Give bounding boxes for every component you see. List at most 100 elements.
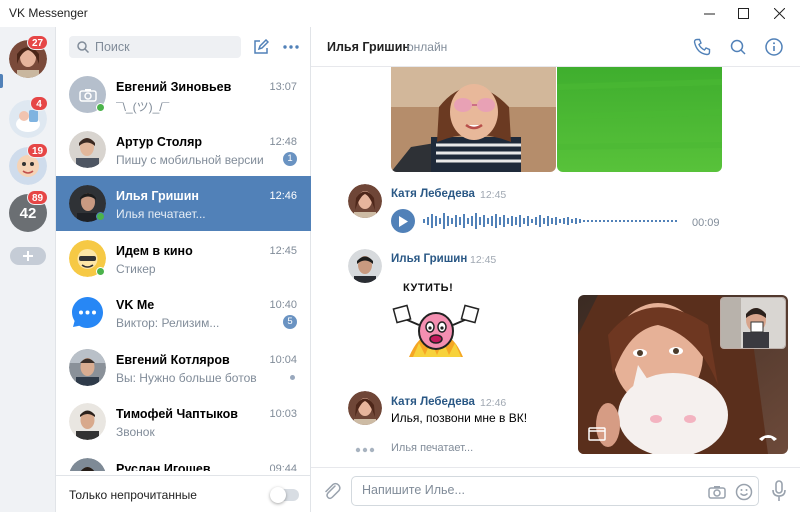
chat-time: 13:07 xyxy=(269,81,297,93)
self-view-feed xyxy=(721,298,785,348)
hang-up-icon xyxy=(759,435,777,441)
info-icon xyxy=(765,38,783,56)
info-button[interactable] xyxy=(764,37,784,57)
message-time: 12:46 xyxy=(480,397,507,409)
sender-avatar[interactable] xyxy=(348,249,382,283)
conversation-header: Илья Гришин онлайн xyxy=(311,27,800,67)
chat-avatar xyxy=(69,457,106,471)
message-author[interactable]: Илья Гришин xyxy=(391,253,467,265)
message-time: 12:45 xyxy=(470,254,497,266)
message-author[interactable]: Катя Лебедева xyxy=(391,188,475,200)
chat-avatar xyxy=(69,403,106,440)
grass-photo[interactable] xyxy=(557,67,722,172)
chat-item[interactable]: Идем в кино 12:45 Стикер xyxy=(56,231,311,286)
selfie-photo[interactable] xyxy=(391,67,556,172)
chat-avatar xyxy=(69,294,106,331)
chat-item[interactable]: Тимофей Чаптыков 10:03 Звонок xyxy=(56,394,311,449)
chat-list-panel: Евгений Зиновьев 13:07 ¯\_(ツ)_/¯ Артур С… xyxy=(56,27,311,512)
chat-name: Идем в кино xyxy=(116,243,193,258)
camera-icon xyxy=(708,486,726,499)
chat-time: 12:45 xyxy=(269,244,297,257)
toggle-video-button[interactable] xyxy=(588,427,606,441)
play-icon xyxy=(399,215,408,227)
search-box[interactable] xyxy=(69,36,241,58)
attach-button[interactable] xyxy=(321,480,343,502)
chat-name: Илья Гришин xyxy=(116,189,199,203)
chat-preview: Виктор: Релизим... xyxy=(116,316,220,330)
message-input-box[interactable] xyxy=(351,476,759,506)
unread-filter: Только непрочитанные xyxy=(56,475,311,512)
message-time: 12:45 xyxy=(480,189,507,201)
message-input[interactable] xyxy=(362,483,692,497)
search-in-chat-button[interactable] xyxy=(728,37,748,57)
compose-button[interactable] xyxy=(251,37,271,57)
rail-badge: 27 xyxy=(27,35,49,50)
chat-item-active[interactable]: Илья Гришин 12:46 Илья печатает... xyxy=(56,176,311,231)
screen-icon xyxy=(588,427,606,441)
voice-record-button[interactable] xyxy=(768,479,790,503)
call-button[interactable] xyxy=(692,37,712,57)
chat-item[interactable]: Руслан Игошев 09:44 xyxy=(56,449,311,472)
camera-button[interactable] xyxy=(706,482,728,502)
close-icon xyxy=(773,8,785,19)
minimize-button[interactable] xyxy=(692,0,726,27)
unread-badge: 5 xyxy=(283,315,297,329)
plus-icon xyxy=(23,251,33,261)
party-sticker[interactable]: КУТИТЬ! xyxy=(391,279,481,369)
message-text: Илья, позвони мне в ВК! xyxy=(391,411,528,425)
compose-icon xyxy=(254,39,269,54)
rail-active-indicator xyxy=(0,74,3,88)
vk-me-logo-icon xyxy=(72,297,103,328)
unread-filter-label: Только непрочитанные xyxy=(69,488,197,502)
chat-avatar xyxy=(69,348,106,386)
close-button[interactable] xyxy=(762,0,796,27)
voice-waveform[interactable] xyxy=(423,211,685,231)
maximize-button[interactable] xyxy=(726,0,760,27)
typing-indicator: Илья печатает... xyxy=(391,442,474,454)
rail-badge: 89 xyxy=(27,190,49,205)
community-avatar-text: 42 xyxy=(19,204,37,222)
rail-badge: 4 xyxy=(30,96,48,111)
conversation-status: онлайн xyxy=(407,40,448,54)
vk-messenger-window: VK Messenger 27 4 19 42 89 Поиск Евгений… xyxy=(0,0,800,512)
title-bar: VK Messenger xyxy=(0,0,800,27)
typing-dots-icon xyxy=(355,447,375,453)
chat-name: Евгений Зиновьев xyxy=(116,80,232,94)
online-indicator xyxy=(96,103,105,112)
chat-item[interactable]: Евгений Зиновьев 13:07 ¯\_(ツ)_/¯ xyxy=(56,67,311,122)
emoji-button[interactable] xyxy=(733,481,755,503)
chat-time: 09:44 xyxy=(269,462,297,472)
add-account-button[interactable] xyxy=(10,247,46,265)
chat-preview: Пишу с мобильной версии xyxy=(116,152,264,167)
search-input[interactable] xyxy=(95,40,235,54)
conversation-name[interactable]: Илья Гришин xyxy=(327,40,410,54)
chat-item[interactable]: Евгений Котляров 10:04 Вы: Нужно больше … xyxy=(56,340,311,395)
paperclip-icon xyxy=(325,482,341,500)
online-indicator xyxy=(96,266,105,276)
video-call-window[interactable] xyxy=(578,295,788,454)
chat-time: 12:46 xyxy=(269,190,297,202)
sender-avatar[interactable] xyxy=(348,184,382,218)
chat-name: Евгений Котляров xyxy=(116,352,230,367)
chat-name: VK Me xyxy=(116,298,155,312)
chat-item[interactable]: VK Me 10:40 Виктор: Релизим... 5 xyxy=(56,285,311,340)
sender-avatar[interactable] xyxy=(348,391,382,425)
chat-time: 10:04 xyxy=(269,353,297,366)
unread-badge: 1 xyxy=(283,151,297,166)
chat-preview: Звонок xyxy=(116,425,155,439)
voice-duration: 00:09 xyxy=(692,217,720,229)
chat-name: Тимофей Чаптыков xyxy=(116,407,238,421)
chat-item[interactable]: Артур Столяр 12:48 Пишу с мобильной верс… xyxy=(56,122,311,177)
conversation-panel: Илья Гришин онлайн Катя Лебедева 12:45 0… xyxy=(311,27,800,512)
end-call-button[interactable] xyxy=(758,429,778,441)
voice-play-button[interactable] xyxy=(391,209,415,233)
online-indicator xyxy=(96,212,105,221)
chat-preview: Илья печатает... xyxy=(116,207,206,221)
more-button[interactable] xyxy=(280,37,302,57)
unread-only-toggle[interactable] xyxy=(270,487,299,503)
microphone-icon xyxy=(772,480,786,501)
unread-dot xyxy=(290,374,295,380)
toggle-knob xyxy=(270,487,286,503)
message-author[interactable]: Катя Лебедева xyxy=(391,396,475,408)
self-view-pip[interactable] xyxy=(720,297,786,349)
